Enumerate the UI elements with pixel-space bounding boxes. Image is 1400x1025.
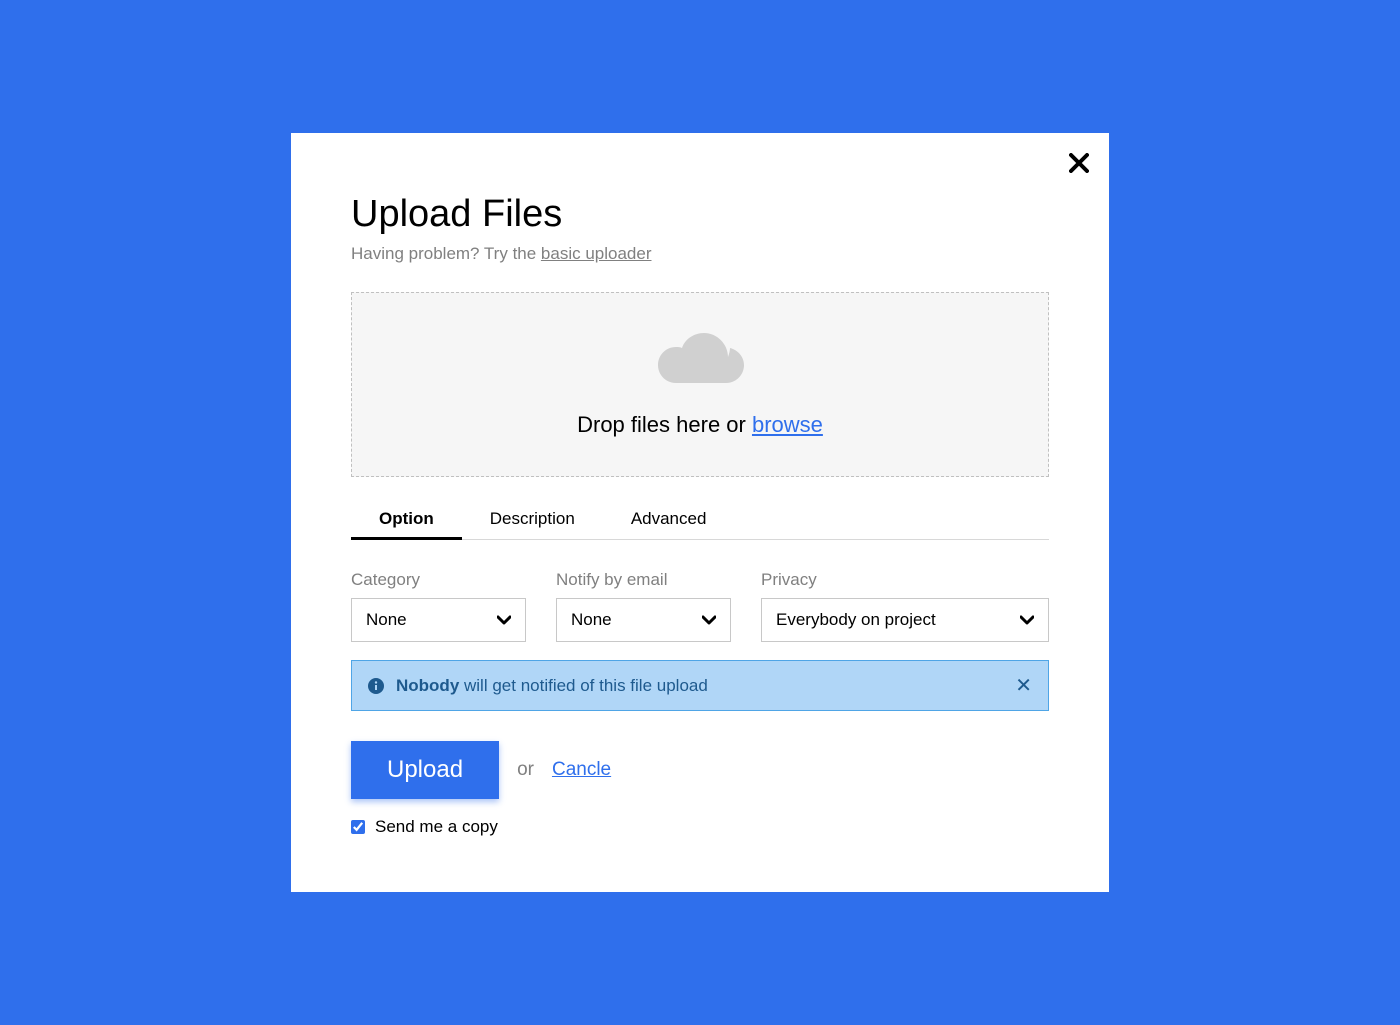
tab-advanced[interactable]: Advanced [603, 499, 735, 539]
close-button[interactable] [1069, 153, 1089, 178]
cloud-upload-icon [654, 332, 746, 392]
or-text: or [517, 759, 534, 781]
checkbox-row: Send me a copy [351, 817, 1049, 837]
modal-title: Upload Files [351, 193, 1049, 236]
send-copy-label: Send me a copy [375, 817, 498, 837]
tabs: Option Description Advanced [351, 499, 1049, 540]
category-label: Category [351, 570, 526, 590]
chevron-down-icon [1020, 615, 1034, 625]
upload-button[interactable]: Upload [351, 741, 499, 799]
alert-text: Nobody will get notified of this file up… [396, 676, 708, 696]
privacy-label: Privacy [761, 570, 1049, 590]
chevron-down-icon [497, 615, 511, 625]
tab-description[interactable]: Description [462, 499, 603, 539]
chevron-down-icon [702, 615, 716, 625]
dropzone[interactable]: Drop files here or browse [351, 292, 1049, 477]
actions-row: Upload or Cancle [351, 741, 1049, 799]
modal-subtitle: Having problem? Try the basic uploader [351, 244, 1049, 264]
notify-group: Notify by email None [556, 570, 731, 642]
upload-modal: Upload Files Having problem? Try the bas… [291, 133, 1109, 892]
category-group: Category None [351, 570, 526, 642]
subtitle-text: Having problem? Try the [351, 244, 541, 263]
alert-bold: Nobody [396, 676, 459, 695]
tab-option[interactable]: Option [351, 499, 462, 539]
info-icon [368, 678, 384, 694]
alert-rest: will get notified of this file upload [459, 676, 708, 695]
drop-prefix: Drop files here or [577, 412, 752, 437]
notify-label: Notify by email [556, 570, 731, 590]
privacy-value: Everybody on project [776, 610, 936, 630]
dropzone-text: Drop files here or browse [577, 412, 823, 438]
privacy-select[interactable]: Everybody on project [761, 598, 1049, 642]
close-icon [1069, 153, 1089, 173]
cancel-link[interactable]: Cancle [552, 759, 611, 781]
notify-select[interactable]: None [556, 598, 731, 642]
category-select[interactable]: None [351, 598, 526, 642]
browse-link[interactable]: browse [752, 412, 823, 437]
basic-uploader-link[interactable]: basic uploader [541, 244, 652, 263]
send-copy-checkbox[interactable] [351, 820, 365, 834]
alert-close-button[interactable]: ✕ [1015, 673, 1032, 698]
category-value: None [366, 610, 407, 630]
form-row: Category None Notify by email None Priva… [351, 570, 1049, 642]
notify-value: None [571, 610, 612, 630]
privacy-group: Privacy Everybody on project [761, 570, 1049, 642]
notification-alert: Nobody will get notified of this file up… [351, 660, 1049, 711]
